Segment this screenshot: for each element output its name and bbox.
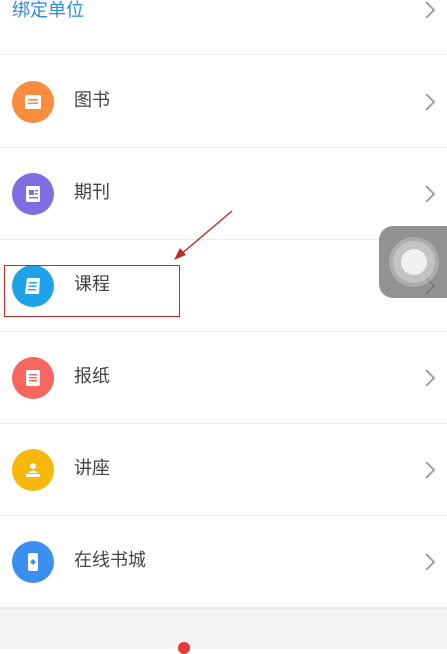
menu-item-online-bookstore[interactable]: 在线书城 xyxy=(0,516,447,608)
menu-item-label: 报纸 xyxy=(74,366,110,387)
menu-item-books[interactable]: 图书 xyxy=(0,56,447,148)
menu-item-bound-unit[interactable]: 绑定单位 xyxy=(0,0,447,55)
lecture-icon xyxy=(12,449,54,491)
menu-item-label: 期刊 xyxy=(74,182,110,203)
annotation-highlight-box xyxy=(4,265,180,317)
chevron-right-icon xyxy=(425,1,436,19)
bottom-tab-bar xyxy=(0,608,447,654)
menu-item-label: 讲座 xyxy=(74,458,110,479)
menu-item-label: 在线书城 xyxy=(74,550,146,571)
chevron-right-icon xyxy=(425,553,436,571)
notification-dot xyxy=(178,642,190,654)
assistive-touch-core xyxy=(401,249,427,275)
assistive-touch-button[interactable] xyxy=(379,226,447,298)
menu-item-label: 图书 xyxy=(74,90,110,111)
menu-item-label: 绑定单位 xyxy=(12,0,84,21)
online-bookstore-icon xyxy=(12,541,54,583)
menu-item-newspapers[interactable]: 报纸 xyxy=(0,332,447,424)
book-icon xyxy=(12,81,54,123)
chevron-right-icon xyxy=(425,93,436,111)
menu-item-lectures[interactable]: 讲座 xyxy=(0,424,447,516)
chevron-right-icon xyxy=(425,369,436,387)
journal-icon xyxy=(12,173,54,215)
chevron-right-icon xyxy=(425,461,436,479)
annotation-arrow xyxy=(174,210,233,260)
newspaper-icon xyxy=(12,357,54,399)
chevron-right-icon xyxy=(425,185,436,203)
